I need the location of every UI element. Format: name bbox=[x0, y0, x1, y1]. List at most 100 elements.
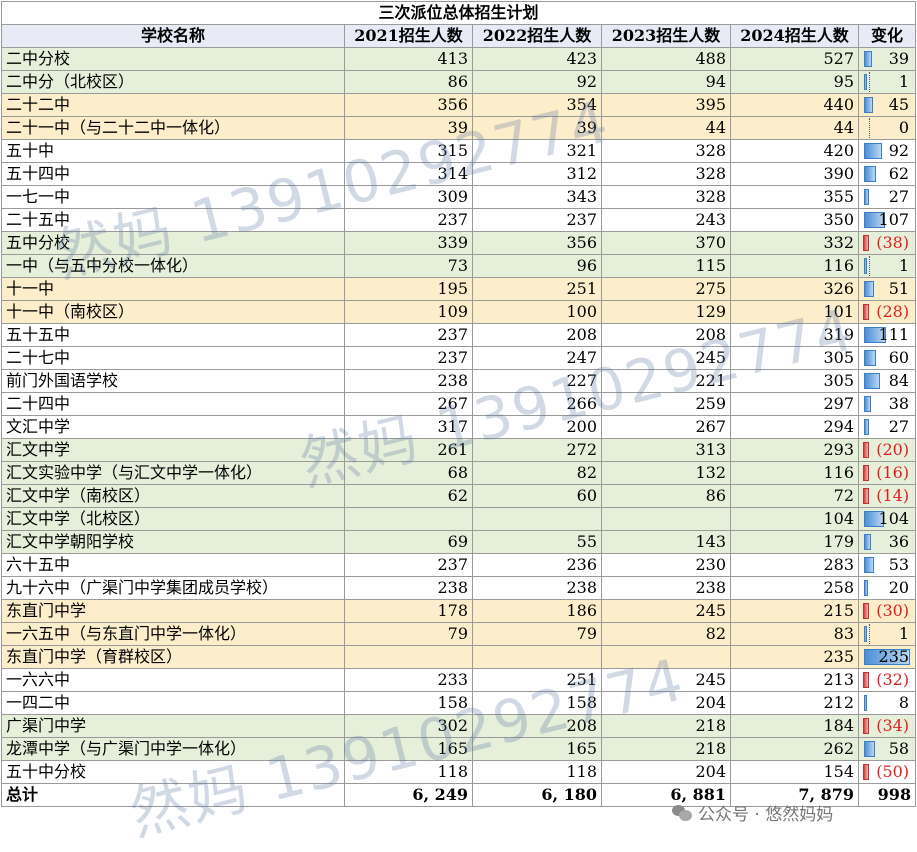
school-name-cell[interactable]: 五十中 bbox=[1, 139, 345, 163]
school-name-cell[interactable]: 一四二中 bbox=[1, 691, 345, 715]
school-name-cell[interactable]: 龙潭中学（与广渠门中学一体化） bbox=[1, 737, 345, 761]
cell-2021[interactable]: 39 bbox=[344, 116, 473, 140]
cell-2021[interactable]: 233 bbox=[344, 668, 473, 692]
cell-2021[interactable]: 195 bbox=[344, 277, 473, 301]
cell-2021[interactable]: 237 bbox=[344, 553, 473, 577]
school-name-cell[interactable]: 一中（与五中分校一体化） bbox=[1, 254, 345, 278]
cell-2021[interactable]: 165 bbox=[344, 737, 473, 761]
change-cell[interactable]: (14) bbox=[857, 484, 917, 508]
cell-2023[interactable]: 208 bbox=[601, 323, 731, 347]
school-name-cell[interactable]: 五中分校 bbox=[1, 231, 345, 255]
change-cell[interactable]: 84 bbox=[857, 369, 917, 393]
cell-2022[interactable]: 208 bbox=[472, 714, 602, 738]
cell-2023[interactable]: 44 bbox=[601, 116, 731, 140]
cell-2024[interactable]: 332 bbox=[730, 231, 859, 255]
change-cell[interactable]: 92 bbox=[857, 139, 917, 163]
cell-2023[interactable]: 245 bbox=[601, 599, 731, 623]
cell-2022[interactable]: 251 bbox=[472, 277, 602, 301]
change-cell[interactable]: 39 bbox=[857, 47, 917, 71]
change-cell[interactable]: (34) bbox=[857, 714, 917, 738]
change-cell[interactable]: 58 bbox=[857, 737, 917, 761]
cell-2024[interactable]: 116 bbox=[730, 461, 859, 485]
cell-2024[interactable]: 319 bbox=[730, 323, 859, 347]
school-name-cell[interactable]: 二十二中 bbox=[1, 93, 345, 117]
change-cell[interactable]: 38 bbox=[857, 392, 917, 416]
cell-2021[interactable] bbox=[344, 507, 473, 531]
header-2024[interactable]: 2024招生人数 bbox=[730, 24, 859, 48]
cell-2024[interactable]: 390 bbox=[730, 162, 859, 186]
cell-2022[interactable]: 158 bbox=[472, 691, 602, 715]
change-cell[interactable]: 107 bbox=[857, 208, 917, 232]
header-2022[interactable]: 2022招生人数 bbox=[472, 24, 602, 48]
cell-2024[interactable]: 72 bbox=[730, 484, 859, 508]
cell-2021[interactable]: 118 bbox=[344, 760, 473, 784]
change-cell[interactable]: (32) bbox=[857, 668, 917, 692]
cell-2024[interactable]: 154 bbox=[730, 760, 859, 784]
school-name-cell[interactable]: 一六六中 bbox=[1, 668, 345, 692]
cell-2023[interactable]: 313 bbox=[601, 438, 731, 462]
cell-2021[interactable]: 238 bbox=[344, 576, 473, 600]
cell-2022[interactable]: 39 bbox=[472, 116, 602, 140]
cell-2023[interactable]: 86 bbox=[601, 484, 731, 508]
cell-2023[interactable]: 328 bbox=[601, 162, 731, 186]
cell-2024[interactable]: 355 bbox=[730, 185, 859, 209]
cell-2024[interactable]: 104 bbox=[730, 507, 859, 531]
school-name-cell[interactable]: 五十五中 bbox=[1, 323, 345, 347]
cell-2023[interactable]: 488 bbox=[601, 47, 731, 71]
change-cell[interactable]: 60 bbox=[857, 346, 917, 370]
change-cell[interactable]: 53 bbox=[857, 553, 917, 577]
cell-2022[interactable]: 186 bbox=[472, 599, 602, 623]
cell-2021[interactable]: 237 bbox=[344, 346, 473, 370]
cell-2021[interactable]: 309 bbox=[344, 185, 473, 209]
cell-2024[interactable]: 116 bbox=[730, 254, 859, 278]
school-name-cell[interactable]: 十一中（南校区） bbox=[1, 300, 345, 324]
cell-2022[interactable]: 165 bbox=[472, 737, 602, 761]
cell-2021[interactable]: 302 bbox=[344, 714, 473, 738]
change-cell[interactable]: (50) bbox=[857, 760, 917, 784]
header-change[interactable]: 变化 bbox=[857, 24, 917, 48]
cell-2021[interactable]: 267 bbox=[344, 392, 473, 416]
cell-2023[interactable]: 94 bbox=[601, 70, 731, 94]
total-label[interactable]: 总计 bbox=[1, 783, 345, 807]
change-cell[interactable]: 36 bbox=[857, 530, 917, 554]
change-cell[interactable]: 62 bbox=[857, 162, 917, 186]
school-name-cell[interactable]: 东直门中学（育群校区） bbox=[1, 645, 345, 669]
cell-2021[interactable]: 62 bbox=[344, 484, 473, 508]
cell-2022[interactable]: 100 bbox=[472, 300, 602, 324]
cell-2021[interactable]: 314 bbox=[344, 162, 473, 186]
cell-2021[interactable]: 413 bbox=[344, 47, 473, 71]
school-name-cell[interactable]: 汇文实验中学（与汇文中学一体化） bbox=[1, 461, 345, 485]
school-name-cell[interactable]: 五十中分校 bbox=[1, 760, 345, 784]
cell-2021[interactable]: 158 bbox=[344, 691, 473, 715]
cell-2022[interactable]: 247 bbox=[472, 346, 602, 370]
cell-2024[interactable]: 294 bbox=[730, 415, 859, 439]
cell-2021[interactable]: 261 bbox=[344, 438, 473, 462]
school-name-cell[interactable]: 东直门中学 bbox=[1, 599, 345, 623]
cell-2021[interactable]: 69 bbox=[344, 530, 473, 554]
cell-2023[interactable]: 115 bbox=[601, 254, 731, 278]
cell-2023[interactable]: 82 bbox=[601, 622, 731, 646]
cell-2022[interactable]: 208 bbox=[472, 323, 602, 347]
cell-2024[interactable]: 305 bbox=[730, 369, 859, 393]
cell-2023[interactable]: 267 bbox=[601, 415, 731, 439]
school-name-cell[interactable]: 二十一中（与二十二中一体化） bbox=[1, 116, 345, 140]
cell-2023[interactable]: 132 bbox=[601, 461, 731, 485]
cell-2024[interactable]: 235 bbox=[730, 645, 859, 669]
cell-2024[interactable]: 527 bbox=[730, 47, 859, 71]
cell-2023[interactable]: 218 bbox=[601, 714, 731, 738]
cell-2024[interactable]: 83 bbox=[730, 622, 859, 646]
cell-2023[interactable]: 275 bbox=[601, 277, 731, 301]
change-cell[interactable]: 235 bbox=[857, 645, 917, 669]
school-name-cell[interactable]: 六十五中 bbox=[1, 553, 345, 577]
change-cell[interactable]: 0 bbox=[857, 116, 917, 140]
cell-2022[interactable]: 238 bbox=[472, 576, 602, 600]
cell-2021[interactable]: 317 bbox=[344, 415, 473, 439]
cell-2022[interactable]: 251 bbox=[472, 668, 602, 692]
header-2021[interactable]: 2021招生人数 bbox=[344, 24, 473, 48]
change-cell[interactable]: (38) bbox=[857, 231, 917, 255]
cell-2022[interactable]: 321 bbox=[472, 139, 602, 163]
cell-2023[interactable]: 204 bbox=[601, 760, 731, 784]
school-name-cell[interactable]: 汇文中学（南校区） bbox=[1, 484, 345, 508]
school-name-cell[interactable]: 汇文中学朝阳学校 bbox=[1, 530, 345, 554]
cell-2024[interactable]: 283 bbox=[730, 553, 859, 577]
